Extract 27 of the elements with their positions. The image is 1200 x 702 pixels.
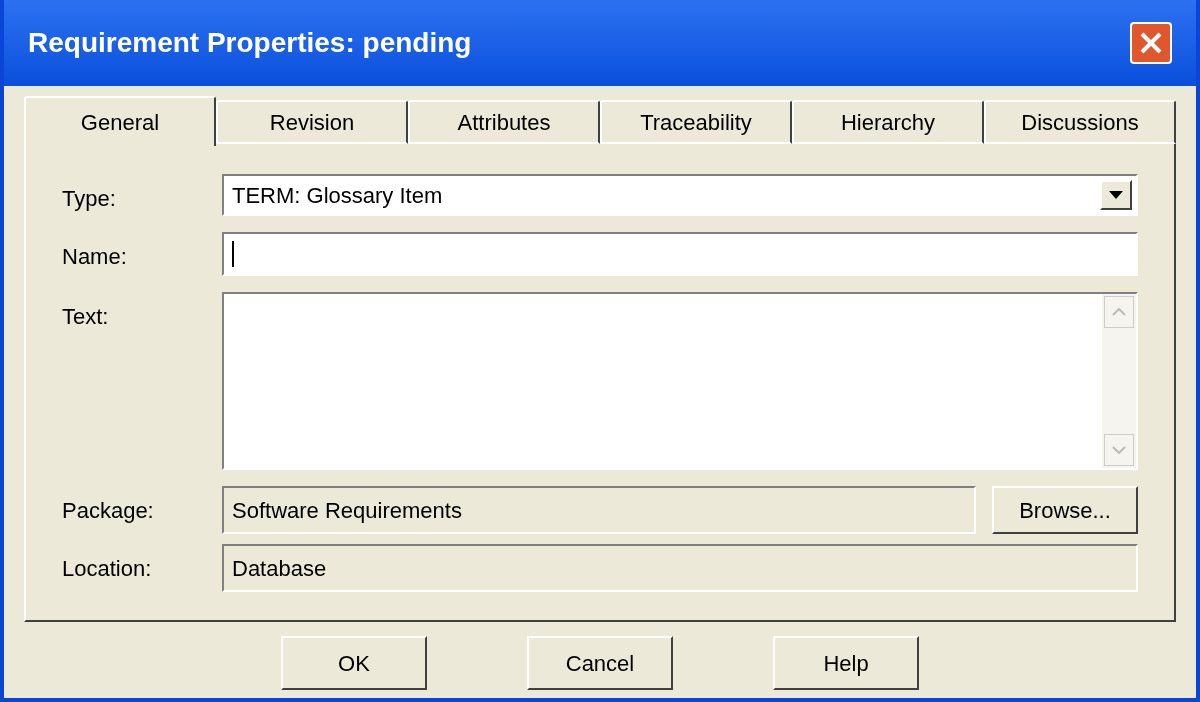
type-dropdown[interactable]: TERM: Glossary Item: [222, 174, 1138, 216]
package-field: Software Requirements: [222, 486, 976, 534]
tab[interactable]: Hierarchy: [792, 100, 984, 144]
field-label: Type:: [62, 186, 116, 211]
dialog-button[interactable]: Help: [773, 636, 919, 690]
field-label: Location:: [62, 556, 152, 581]
field-label: Package:: [62, 498, 154, 523]
text-cursor-icon: [232, 241, 234, 267]
close-button[interactable]: [1130, 22, 1172, 64]
tab[interactable]: Revision: [216, 100, 408, 144]
tab[interactable]: Discussions: [984, 100, 1176, 144]
scrollbar[interactable]: [1102, 294, 1136, 468]
field-label: Name:: [62, 244, 127, 269]
dialog-button[interactable]: Cancel: [527, 636, 673, 690]
text-area[interactable]: [222, 292, 1138, 470]
scroll-up-icon[interactable]: [1104, 296, 1134, 328]
tab[interactable]: Traceability: [600, 100, 792, 144]
tab[interactable]: Attributes: [408, 100, 600, 144]
scroll-down-icon[interactable]: [1104, 434, 1134, 466]
location-field: Database: [222, 544, 1138, 592]
dialog-button[interactable]: OK: [281, 636, 427, 690]
field-label: Text:: [62, 304, 109, 329]
close-icon: [1138, 30, 1164, 56]
tab[interactable]: General: [24, 96, 216, 146]
window-title: Requirement Properties: pending: [28, 26, 472, 60]
browse-button[interactable]: Browse...: [992, 486, 1138, 534]
name-field[interactable]: [222, 232, 1138, 276]
